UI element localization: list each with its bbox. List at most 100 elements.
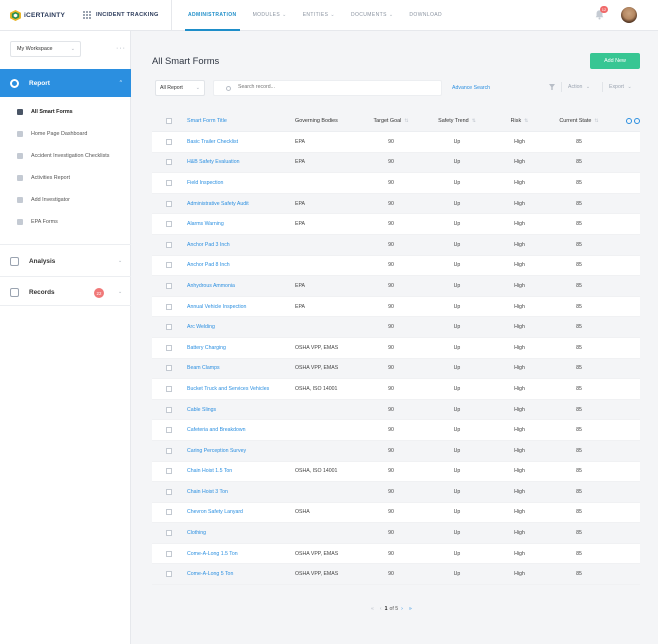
nav-item-documents[interactable]: DOCUMENTS ⌄: [351, 0, 393, 31]
nav-item-administration[interactable]: ADMINISTRATION: [185, 0, 240, 31]
table-row[interactable]: Cafeteria and Breakdown 90 Up High 85: [152, 420, 640, 441]
table-row[interactable]: H&B Safety Evaluation EPA 90 Up High 85: [152, 152, 640, 174]
sort-icon[interactable]: ⇅: [404, 118, 408, 124]
row-checkbox[interactable]: [166, 406, 172, 413]
chevron-down-icon[interactable]: ⌄: [118, 289, 122, 295]
row-checkbox[interactable]: [166, 262, 172, 269]
sidebar-item-home-page-dashboard[interactable]: Home Page Dashboard: [17, 131, 87, 137]
row-checkbox[interactable]: [166, 385, 172, 392]
row-checkbox[interactable]: [166, 427, 172, 434]
sidebar-item-accident-investigation-checklists[interactable]: Accident Investigation Checklists: [17, 153, 110, 159]
smart-form-title-link[interactable]: H&B Safety Evaluation: [187, 159, 239, 165]
row-checkbox[interactable]: [166, 468, 172, 475]
nav-item-entities[interactable]: ENTITIES ⌄: [303, 0, 335, 31]
column-header[interactable]: Risk ⇅: [493, 118, 546, 124]
table-row[interactable]: Clothing 90 Up High 85: [152, 523, 640, 544]
table-row[interactable]: Anchor Pad 8 Inch 90 Up High 85: [152, 255, 640, 277]
row-checkbox[interactable]: [166, 200, 172, 207]
smart-form-title-link[interactable]: Cable Slings: [187, 407, 216, 413]
table-row[interactable]: Administrative Safety Audit EPA 90 Up High 85: [152, 193, 640, 215]
smart-form-title-link[interactable]: Basic Trailer Checklist: [187, 139, 238, 145]
sort-icon[interactable]: ⇅: [594, 118, 598, 124]
prev-page-icon[interactable]: ‹: [380, 606, 382, 612]
sort-icon[interactable]: ⇅: [524, 118, 528, 124]
table-row[interactable]: Beam Clamps OSHA VPP, EMAS 90 Up High 85: [152, 358, 640, 380]
workspace-select[interactable]: My Workspace ⌄: [10, 41, 81, 57]
row-checkbox[interactable]: [166, 241, 172, 248]
export-menu[interactable]: Export ⌄: [609, 84, 632, 90]
table-row[interactable]: Caring Perception Survey 90 Up High 85: [152, 440, 640, 462]
table-row[interactable]: Basic Trailer Checklist EPA 90 Up High 85: [152, 132, 640, 153]
smart-form-title-link[interactable]: Alarms Warning: [187, 221, 224, 227]
smart-form-title-link[interactable]: Anhydrous Ammonia: [187, 283, 235, 289]
table-row[interactable]: Bucket Truck and Services Vehicles OSHA, …: [152, 379, 640, 400]
smart-form-title-link[interactable]: Chevron Safety Lanyard: [187, 509, 243, 515]
nav-item-modules[interactable]: MODULES ⌄: [253, 0, 287, 31]
smart-form-title-link[interactable]: Cafeteria and Breakdown: [187, 427, 246, 433]
first-page-icon[interactable]: «: [371, 606, 374, 612]
table-row[interactable]: Arc Welding 90 Up High 85: [152, 317, 640, 338]
row-checkbox[interactable]: [166, 509, 172, 516]
row-checkbox[interactable]: [166, 282, 172, 289]
smart-form-title-link[interactable]: Beam Clamps: [187, 365, 220, 371]
table-row[interactable]: Chevron Safety Lanyard OSHA 90 Up High 85: [152, 502, 640, 524]
smart-form-title-link[interactable]: Field Inspection: [187, 180, 223, 186]
sidebar-item-epa-forms[interactable]: EPA Forms: [17, 219, 58, 225]
action-menu[interactable]: Action ⌄: [568, 84, 590, 90]
smart-form-title-link[interactable]: Clothing: [187, 530, 206, 536]
filter-icon[interactable]: [549, 84, 555, 90]
smart-form-title-link[interactable]: Annual Vehicle Inspection: [187, 304, 246, 310]
column-header[interactable]: Governing Bodies: [295, 118, 361, 124]
table-row[interactable]: Anchor Pad 3 Inch 90 Up High 85: [152, 234, 640, 256]
report-filter-select[interactable]: All Report ⌄: [155, 80, 205, 96]
smart-form-title-link[interactable]: Anchor Pad 8 Inch: [187, 262, 230, 268]
table-row[interactable]: Alarms Warning EPA 90 Up High 85: [152, 214, 640, 235]
smart-form-title-link[interactable]: Anchor Pad 3 Inch: [187, 242, 230, 248]
row-checkbox[interactable]: [166, 324, 172, 331]
chevron-down-icon[interactable]: ⌄: [118, 258, 122, 264]
sort-icon[interactable]: ⇅: [472, 118, 476, 124]
row-checkbox[interactable]: [166, 221, 172, 228]
smart-form-title-link[interactable]: Come-A-Long 5 Ton: [187, 571, 233, 577]
column-header[interactable]: Safety Trend ⇅: [421, 118, 493, 124]
column-header[interactable]: Target Goal ⇅: [361, 118, 421, 124]
row-checkbox[interactable]: [166, 571, 172, 578]
row-checkbox[interactable]: [166, 179, 172, 186]
smart-form-title-link[interactable]: Caring Perception Survey: [187, 448, 246, 454]
row-checkbox[interactable]: [166, 138, 172, 145]
search-input[interactable]: [238, 84, 418, 90]
sidebar-item-all-smart-forms[interactable]: All Smart Forms: [17, 109, 73, 115]
table-row[interactable]: Anhydrous Ammonia EPA 90 Up High 85: [152, 276, 640, 297]
row-checkbox[interactable]: [166, 447, 172, 454]
column-header[interactable]: Smart Form Title: [187, 118, 295, 124]
last-page-icon[interactable]: »: [409, 606, 412, 612]
column-header[interactable]: Current State ⇅: [546, 118, 612, 124]
sidebar-section-records[interactable]: Records: [10, 288, 55, 297]
smart-form-title-link[interactable]: Administrative Safety Audit: [187, 201, 249, 207]
row-checkbox[interactable]: [166, 159, 172, 166]
sidebar-item-activities-report[interactable]: Activities Report: [17, 175, 70, 181]
table-row[interactable]: Cable Slings 90 Up High 85: [152, 399, 640, 421]
row-checkbox[interactable]: [166, 530, 172, 537]
select-all-checkbox[interactable]: [166, 118, 172, 124]
row-checkbox[interactable]: [166, 550, 172, 557]
smart-form-title-link[interactable]: Chain Hoist 3 Ton: [187, 489, 228, 495]
row-checkbox[interactable]: [166, 303, 172, 310]
table-row[interactable]: Field Inspection 90 Up High 85: [152, 173, 640, 194]
advance-search-link[interactable]: Advance Search: [452, 85, 490, 91]
table-row[interactable]: Come-A-Long 1.5 Ton OSHA VPP, EMAS 90 Up Hig…: [152, 543, 640, 565]
sidebar-item-add-investigator[interactable]: Add Investigator: [17, 197, 70, 203]
row-checkbox[interactable]: [166, 488, 172, 495]
sidebar-section-report[interactable]: Report ⌃: [0, 69, 131, 97]
table-row[interactable]: Come-A-Long 5 Ton OSHA VPP, EMAS 90 Up High 8…: [152, 564, 640, 586]
add-column-icon[interactable]: [626, 118, 632, 124]
add-new-button[interactable]: Add New: [590, 53, 640, 69]
more-icon[interactable]: ···: [116, 45, 126, 52]
row-checkbox[interactable]: [166, 365, 172, 372]
table-row[interactable]: Chain Hoist 1.5 Ton OSHA, ISO 14001 90 Up Hi…: [152, 461, 640, 483]
brand[interactable]: iCERTAINTY: [0, 9, 79, 21]
smart-form-title-link[interactable]: Arc Welding: [187, 324, 215, 330]
sidebar-section-analysis[interactable]: Analysis: [10, 257, 55, 266]
settings-icon[interactable]: [634, 118, 640, 124]
smart-form-title-link[interactable]: Come-A-Long 1.5 Ton: [187, 551, 238, 557]
